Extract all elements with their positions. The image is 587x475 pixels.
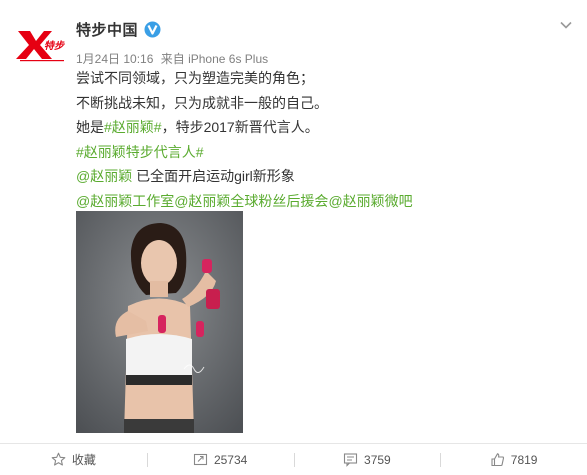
verified-badge-icon [144,21,161,38]
repost-icon [193,453,207,466]
line-3-suffix: ，特步2017新晋代言人。 [161,119,319,135]
chevron-down-icon[interactable] [559,18,573,32]
logo-text: 特步 [44,40,65,52]
mention-studio[interactable]: @赵丽颖工作室 [76,193,174,209]
favorite-label: 收藏 [71,453,96,467]
author-name[interactable]: 特步中国 [76,19,138,40]
mention-fan-club[interactable]: @赵丽颖全球粉丝后援会 [174,193,328,209]
post-line-1: 尝试不同领域，只为塑造完美的角色； [76,70,314,86]
favorite-button[interactable]: 收藏 [0,444,147,475]
post-meta: 1月24日 10:16 来自 iPhone 6s Plus [76,50,272,67]
post-date[interactable]: 1月24日 10:16 [76,52,153,66]
repost-button[interactable]: 25734 [146,444,294,475]
line-5-suffix: 已全面开启运动girl新形象 [132,168,295,184]
post-body: 尝试不同领域，只为塑造完美的角色； 不断挑战未知，只为成就非一般的自己。 她是#… [76,66,566,213]
post-line-2: 不断挑战未知，只为成就非一般的自己。 [76,94,328,111]
post-source[interactable]: 来自 iPhone 6s Plus [161,52,268,66]
comment-count: 3759 [364,452,391,467]
comment-button[interactable]: 3759 [293,444,441,475]
topic-link-spokesperson[interactable]: #赵丽颖特步代言人# [76,144,204,160]
topic-link-zhaoliying[interactable]: #赵丽颖# [104,119,162,135]
weibo-post-card: 特步 特步中国 1月24日 10:16 来自 iPhone 6s Plus 尝试… [0,0,587,475]
post-photo[interactable] [76,211,243,433]
star-icon [51,452,66,466]
post-line-4: #赵丽颖特步代言人# [76,140,566,165]
mention-zhaoliying[interactable]: @赵丽颖 [76,168,132,184]
post-line-6: @赵丽颖工作室@赵丽颖全球粉丝后援会@赵丽颖微吧 [76,189,566,214]
post-header: 特步中国 1月24日 10:16 来自 iPhone 6s Plus [76,18,272,67]
mention-weiba[interactable]: @赵丽颖微吧 [328,193,412,209]
like-button[interactable]: 7819 [440,444,587,475]
like-count: 7819 [510,452,538,467]
repost-count: 25734 [213,452,248,467]
comment-icon [343,453,358,467]
line-3-prefix: 她是 [76,119,104,135]
thumbs-up-icon [491,453,504,467]
action-bar: 收藏 25734 3759 7819 [0,443,587,475]
post-line-5: @赵丽颖 已全面开启运动girl新形象 [76,164,566,189]
brand-avatar[interactable]: 特步 [14,25,68,65]
post-line-3: 她是#赵丽颖#，特步2017新晋代言人。 [76,115,566,140]
